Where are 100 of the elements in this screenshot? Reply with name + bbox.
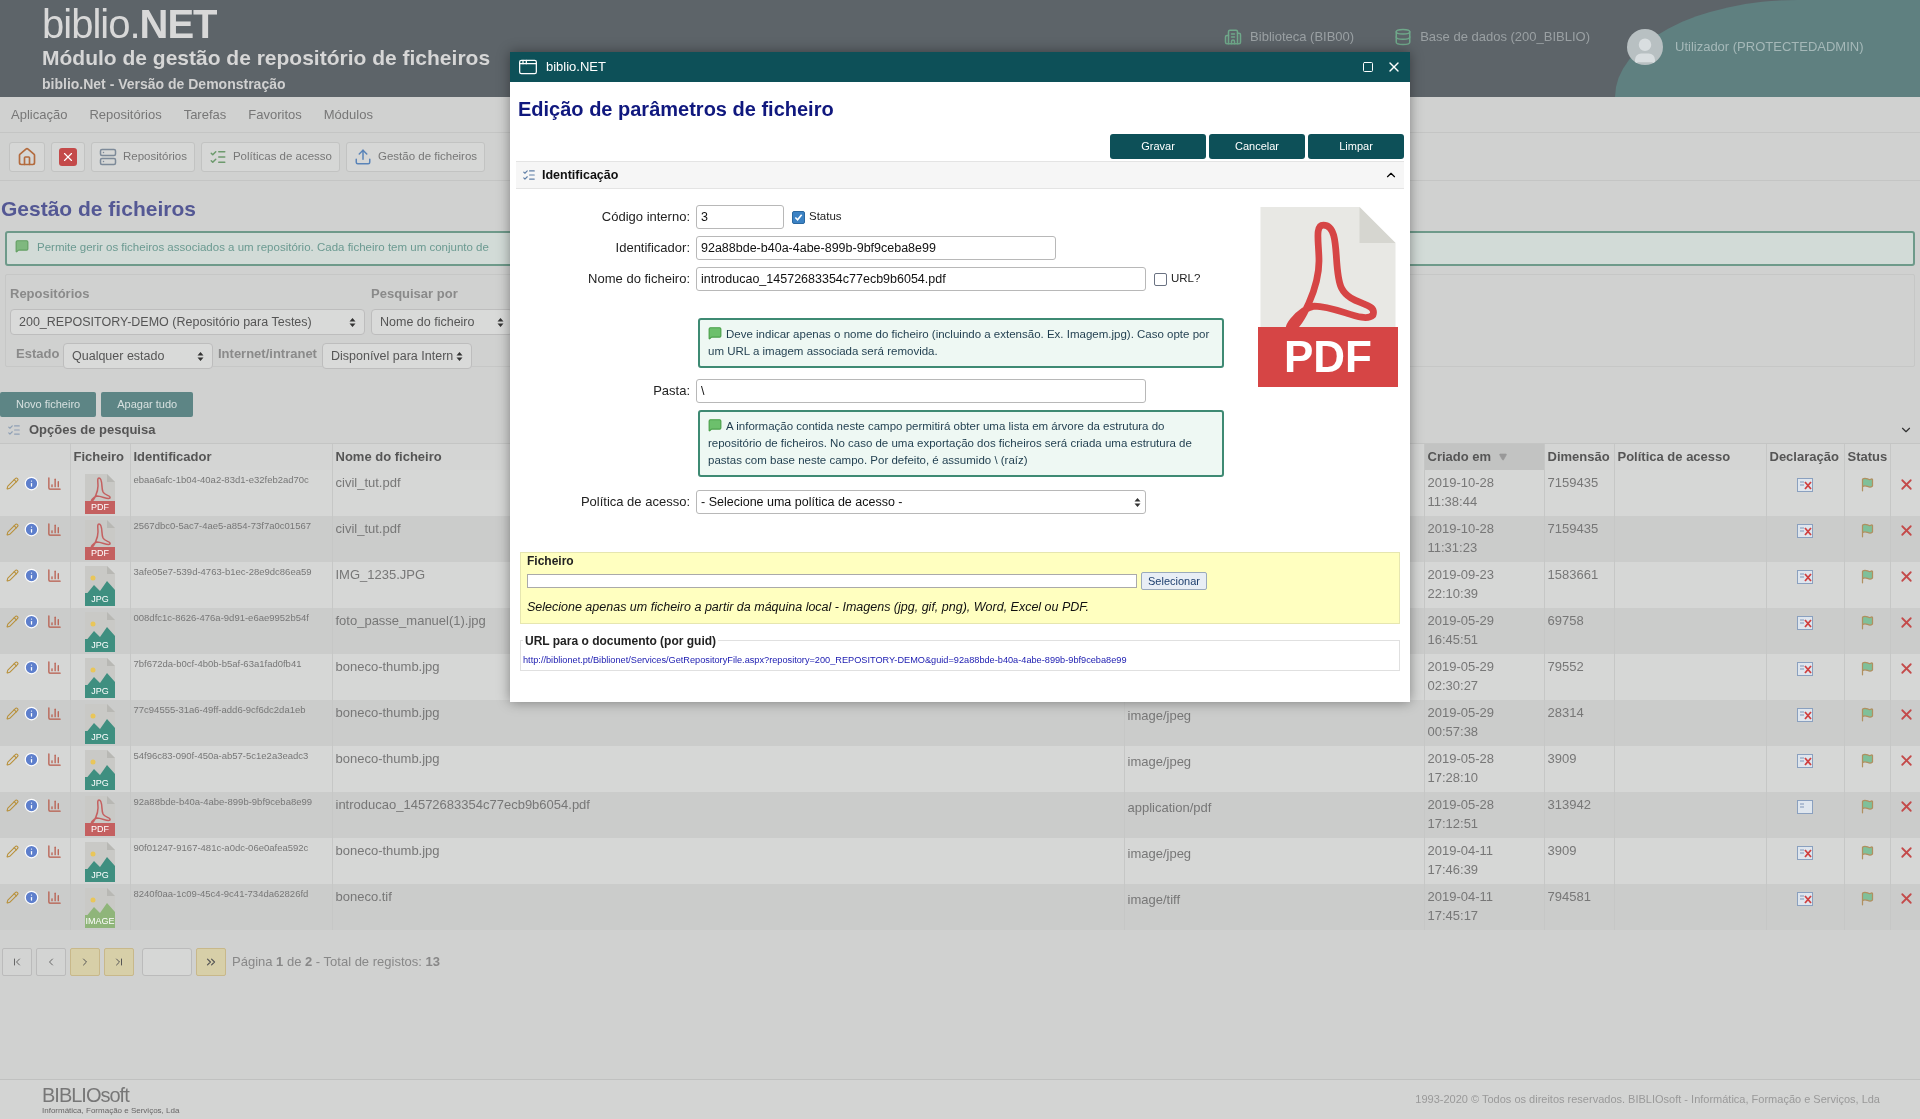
section-header[interactable]: Identificação bbox=[516, 161, 1404, 189]
action-button[interactable]: Novo ficheiro bbox=[0, 391, 97, 417]
info-icon[interactable] bbox=[24, 889, 39, 905]
column-header[interactable]: Política de acesso bbox=[1614, 443, 1766, 470]
flag-icon[interactable] bbox=[1859, 890, 1875, 906]
menu-item[interactable]: Tarefas bbox=[183, 104, 227, 125]
table-cell: 2019-05-28 17:28:10 bbox=[1424, 745, 1544, 792]
table-cell: 79552 bbox=[1544, 653, 1614, 700]
flag-icon[interactable] bbox=[1859, 844, 1875, 860]
edit-icon[interactable] bbox=[6, 568, 19, 582]
page-title: Gestão de ficheiros bbox=[1, 196, 196, 222]
footer-tagline: Informática, Formação e Serviços, Lda bbox=[42, 1106, 180, 1115]
info-icon[interactable] bbox=[24, 613, 39, 629]
page-number-field[interactable] bbox=[142, 947, 192, 976]
table-cell: 1583661 bbox=[1544, 561, 1614, 608]
chart-icon[interactable] bbox=[47, 659, 62, 675]
table-cell: 2567dbc0-5ac7-4ae5-a854-73f7a0c01567 bbox=[130, 515, 332, 562]
edit-icon[interactable] bbox=[6, 752, 19, 766]
speech-bubble-icon bbox=[708, 326, 722, 340]
speech-bubble-icon bbox=[15, 239, 29, 254]
identifier-field[interactable]: 92a88bde-b40a-4abe-899b-9bf9ceba8e99 bbox=[696, 236, 1056, 260]
toolbar-button[interactable] bbox=[9, 141, 45, 172]
flag-icon[interactable] bbox=[1859, 798, 1875, 814]
column-header[interactable]: Declaração bbox=[1766, 443, 1844, 470]
last-page-button[interactable] bbox=[104, 947, 134, 976]
checkbox[interactable] bbox=[1154, 272, 1167, 286]
chart-icon[interactable] bbox=[47, 475, 62, 491]
chart-icon[interactable] bbox=[47, 843, 62, 859]
toolbar-button[interactable]: Políticas de acesso bbox=[200, 141, 340, 172]
chart-icon[interactable] bbox=[47, 521, 62, 537]
filename-field[interactable]: introducao_14572683354c77ecb9b6054.pdf bbox=[696, 267, 1146, 291]
chart-icon[interactable] bbox=[47, 613, 62, 629]
table-cell: 3909 bbox=[1544, 837, 1614, 884]
last-page-icon bbox=[113, 955, 125, 968]
info-icon[interactable] bbox=[24, 843, 39, 859]
first-page-button[interactable] bbox=[2, 947, 32, 976]
table-cell: 3909 bbox=[1544, 745, 1614, 792]
edit-icon[interactable] bbox=[6, 890, 19, 904]
info-icon[interactable] bbox=[24, 705, 39, 721]
edit-icon[interactable] bbox=[6, 522, 19, 536]
info-icon[interactable] bbox=[24, 659, 39, 675]
go-button[interactable] bbox=[196, 947, 226, 976]
table-cell: 7159435 bbox=[1544, 469, 1614, 516]
chart-icon[interactable] bbox=[47, 705, 62, 721]
select-button[interactable]: Selecionar bbox=[1141, 572, 1207, 590]
table-cell: 2019-10-28 11:38:44 bbox=[1424, 469, 1544, 516]
footer-logo: BIBLIOsoft bbox=[42, 1084, 131, 1105]
search-by-select[interactable]: Nome do ficheiro bbox=[371, 309, 513, 335]
toolbar-button[interactable]: Repositórios bbox=[91, 141, 195, 172]
column-header[interactable]: Ficheiro bbox=[70, 443, 130, 470]
code-field[interactable]: 3 bbox=[696, 205, 784, 229]
info-icon[interactable] bbox=[24, 751, 39, 767]
library-label: Biblioteca (BIB00) bbox=[1250, 27, 1355, 46]
info-icon[interactable] bbox=[24, 797, 39, 813]
dialog-button[interactable]: Gravar bbox=[1110, 134, 1206, 159]
toolbar-button[interactable] bbox=[51, 141, 85, 172]
access-select[interactable]: Disponível para Intern bbox=[321, 343, 472, 369]
dialog-button[interactable]: Cancelar bbox=[1209, 134, 1305, 159]
edit-icon[interactable] bbox=[6, 844, 19, 858]
folder-field[interactable]: \ bbox=[696, 379, 1146, 403]
menu-item[interactable]: Módulos bbox=[323, 104, 373, 125]
column-header[interactable]: Criado em bbox=[1424, 443, 1544, 470]
edit-icon[interactable] bbox=[6, 798, 19, 812]
policy-select[interactable]: - Selecione uma política de acesso - bbox=[696, 490, 1146, 514]
flag-icon[interactable] bbox=[1859, 752, 1875, 768]
maximize-icon[interactable] bbox=[1362, 61, 1374, 73]
table-cell: 2019-10-28 11:31:23 bbox=[1424, 515, 1544, 562]
table-cell: 2019-05-29 00:57:38 bbox=[1424, 699, 1544, 746]
dialog-button[interactable]: Limpar bbox=[1308, 134, 1404, 159]
table-cell: 2019-04-11 17:45:17 bbox=[1424, 883, 1544, 930]
flag-icon[interactable] bbox=[1859, 706, 1875, 722]
chart-icon[interactable] bbox=[47, 567, 62, 583]
state-select[interactable]: Qualquer estado bbox=[63, 343, 213, 369]
column-header[interactable]: Identificador bbox=[130, 443, 332, 470]
toolbar-button[interactable]: Gestão de ficheiros bbox=[346, 141, 486, 172]
table-cell: 2019-09-23 22:10:39 bbox=[1424, 561, 1544, 608]
info-icon[interactable] bbox=[24, 567, 39, 583]
edit-icon[interactable] bbox=[6, 706, 19, 720]
chart-icon[interactable] bbox=[47, 751, 62, 767]
info-icon[interactable] bbox=[24, 521, 39, 537]
flag-icon[interactable] bbox=[1859, 568, 1875, 584]
menu-item[interactable]: Aplicação bbox=[11, 104, 68, 125]
flag-icon[interactable] bbox=[1859, 660, 1875, 676]
flag-icon[interactable] bbox=[1859, 614, 1875, 630]
flag-icon[interactable] bbox=[1859, 522, 1875, 538]
chart-icon[interactable] bbox=[47, 889, 62, 905]
menu-item[interactable]: Favoritos bbox=[248, 104, 302, 125]
menu-item[interactable]: Repositórios bbox=[89, 104, 162, 125]
flag-icon[interactable] bbox=[1859, 476, 1875, 492]
checkbox[interactable] bbox=[792, 210, 805, 224]
edit-icon[interactable] bbox=[6, 660, 19, 674]
chart-icon[interactable] bbox=[47, 797, 62, 813]
repository-select[interactable]: 200_REPOSITORY-DEMO (Repositório para Testes) bbox=[10, 309, 365, 335]
file-path-field[interactable] bbox=[527, 574, 1137, 588]
edit-icon[interactable] bbox=[6, 476, 19, 490]
column-header[interactable]: Dimensão bbox=[1544, 443, 1614, 470]
edit-icon[interactable] bbox=[6, 614, 19, 628]
info-icon[interactable] bbox=[24, 475, 39, 491]
column-header[interactable]: Status bbox=[1844, 443, 1890, 470]
action-button[interactable]: Apagar tudo bbox=[101, 391, 194, 417]
